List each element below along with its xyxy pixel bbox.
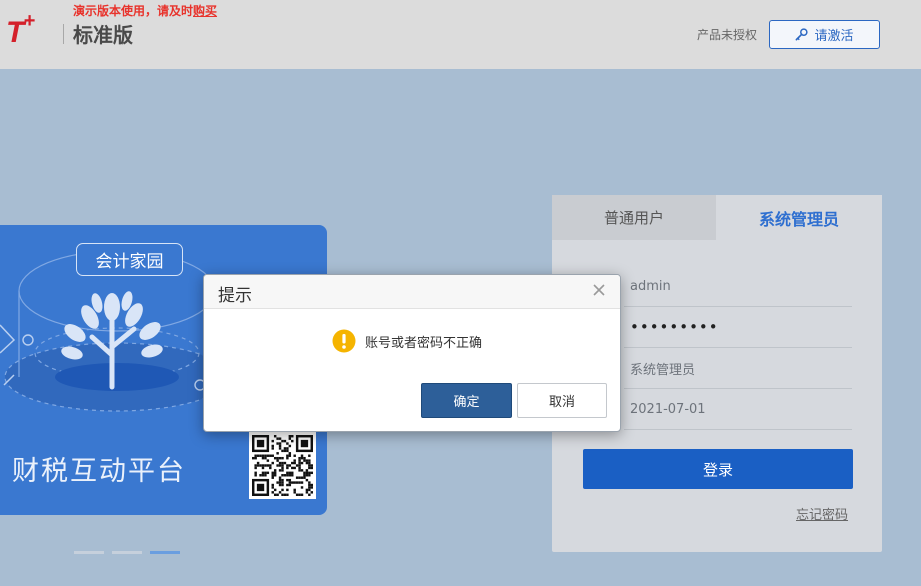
login-tabs: 普通用户 系统管理员 <box>552 195 882 240</box>
close-icon[interactable] <box>591 282 607 298</box>
forgot-password-link[interactable]: 忘记密码 <box>796 504 848 523</box>
dialog-message: 账号或者密码不正确 <box>332 329 482 353</box>
login-button[interactable]: 登录 <box>583 449 853 489</box>
tab-system-admin[interactable]: 系统管理员 <box>716 195 882 240</box>
banner-tag: 会计家园 <box>76 243 183 276</box>
dialog-header: 提示 <box>204 275 620 309</box>
banner-dot[interactable] <box>74 551 104 554</box>
password-field[interactable]: ••••••••• <box>624 307 852 348</box>
top-header: 演示版本使用，请及时购买 T+ 标准版 产品未授权 请激活 <box>0 0 921 69</box>
date-field[interactable]: 2021-07-01 <box>624 389 852 430</box>
banner-title: 财税互动平台 <box>12 456 186 487</box>
activate-label: 请激活 <box>814 29 854 44</box>
alert-dialog: 提示 账号或者密码不正确 确定 取消 <box>203 274 621 432</box>
dialog-message-text: 账号或者密码不正确 <box>365 335 483 351</box>
qr-code-icon <box>252 435 313 496</box>
banner-dot[interactable] <box>150 551 180 554</box>
confirm-button[interactable]: 确定 <box>421 383 512 418</box>
banner-pagination <box>74 551 180 554</box>
banner-dot[interactable] <box>112 551 142 554</box>
license-status: 产品未授权 <box>697 28 758 42</box>
warning-icon <box>332 329 356 353</box>
buy-link[interactable]: 购买 <box>193 4 217 18</box>
tplus-logo: T+ <box>6 10 35 49</box>
dialog-title: 提示 <box>218 286 252 306</box>
logo-divider <box>63 24 64 44</box>
key-icon <box>796 28 809 41</box>
activate-button[interactable]: 请激活 <box>769 20 880 49</box>
qr-code <box>249 432 316 499</box>
username-field[interactable]: admin <box>624 266 852 307</box>
tab-normal-user[interactable]: 普通用户 <box>552 195 716 240</box>
edition-label: 标准版 <box>73 23 133 47</box>
role-field[interactable]: 系统管理员 <box>624 348 852 389</box>
demo-notice-text: 演示版本使用，请及时 <box>73 4 194 18</box>
cancel-button[interactable]: 取消 <box>517 383 607 418</box>
demo-notice: 演示版本使用，请及时购买 <box>73 2 217 19</box>
